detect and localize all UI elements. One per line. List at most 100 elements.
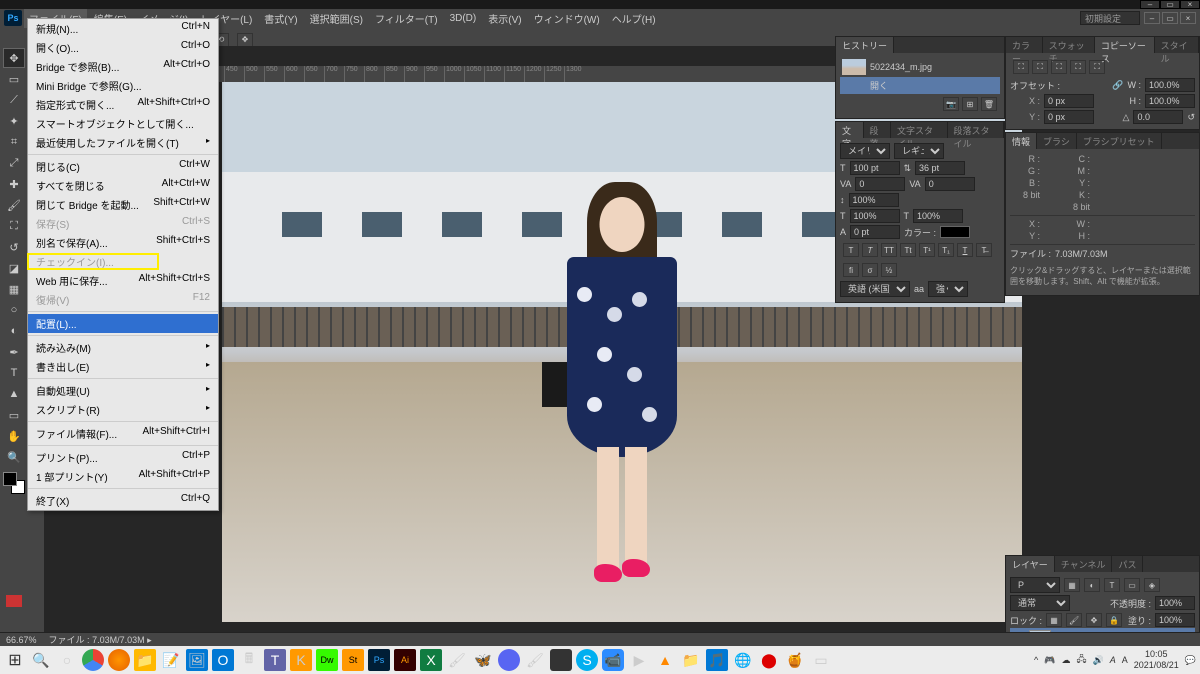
illustrator-icon[interactable]: Ai [394,649,416,671]
filter-type-icon[interactable]: T [1104,578,1120,592]
photoshop-icon[interactable]: Ps [368,649,390,671]
file-menu-item[interactable]: 配置(L)... [28,314,218,333]
font-weight-select[interactable]: レギュ... [894,143,944,159]
tray-cloud-icon[interactable]: ☁ [1061,655,1070,666]
brush-app-icon[interactable]: 🖌 [446,649,468,671]
brush-tab[interactable]: ブラシ [1037,133,1077,149]
width-input[interactable] [1145,78,1195,92]
menu-filter[interactable]: フィルター(T) [370,9,443,28]
strikethrough-button[interactable]: T̶ [976,243,992,257]
clone-src-2[interactable]: ⛶ [1032,60,1048,74]
lock-pixel-icon[interactable]: 🖌 [1066,613,1082,627]
file-menu-item[interactable]: 閉じる(C)Ctrl+W [28,157,218,176]
superscript-button[interactable]: T¹ [919,243,935,257]
color-tab[interactable]: カラー [1006,37,1043,53]
file-menu-item[interactable]: スクリプト(R) [28,400,218,419]
text-color-swatch[interactable] [940,226,970,238]
blur-tool[interactable]: ○ [3,300,25,320]
file-menu-item[interactable]: Web 用に保存...Alt+Shift+Ctrl+S [28,271,218,290]
x-input[interactable] [1044,94,1094,108]
magic-wand-tool[interactable]: ✦ [3,111,25,131]
charstyle-tab[interactable]: 文字スタイル [891,122,948,138]
menu-window[interactable]: ウィンドウ(W) [529,9,605,28]
reset-icon[interactable]: ↺ [1187,112,1195,123]
height-input[interactable] [1145,94,1195,108]
antialiasing-select[interactable]: 強く [928,281,968,297]
gradient-tool[interactable]: ▦ [3,279,25,299]
crop-tool[interactable]: ⌗ [3,132,25,152]
tray-gamepad-icon[interactable]: 🎮 [1044,655,1055,666]
link-icon[interactable]: 🔗 [1112,80,1123,91]
file-menu-item[interactable]: すべてを閉じるAlt+Ctrl+W [28,176,218,195]
3d-pan-icon[interactable]: ✥ [237,33,253,47]
skype-icon[interactable]: S [576,649,598,671]
menu-3d[interactable]: 3D(D) [445,11,482,26]
brush-tool[interactable]: 🖌 [3,195,25,215]
doc-minimize-button[interactable]: – [1144,12,1160,24]
copysource-tab[interactable]: コピーソース [1095,37,1155,53]
cortana-icon[interactable]: ○ [56,649,78,671]
chrome-icon[interactable] [82,649,104,671]
bold-button[interactable]: T [843,243,859,257]
marquee-tool[interactable]: ▭ [3,69,25,89]
underline-button[interactable]: T [957,243,973,257]
dodge-tool[interactable]: ◐ [3,321,25,341]
paint-icon[interactable]: 🖌 [524,649,546,671]
explorer-icon[interactable]: 📁 [134,649,156,671]
maximize-button[interactable]: ▭ [1160,0,1180,9]
file-menu-item[interactable]: Bridge で参照(B)...Alt+Ctrl+O [28,57,218,76]
para-tab[interactable]: 段落 [864,122,892,138]
minimize-button[interactable]: – [1140,0,1160,9]
close-button[interactable]: × [1180,0,1200,9]
leading-input[interactable] [915,161,965,175]
file-menu-item[interactable]: 最近使用したファイルを開く(T) [28,133,218,152]
obs-icon[interactable] [550,649,572,671]
swatch-tab[interactable]: スウォッチ [1043,37,1095,53]
workspace-selector[interactable] [1080,11,1140,25]
photos-icon[interactable]: 🖼 [186,649,208,671]
fi-button[interactable]: fi [843,263,859,277]
search-icon[interactable]: 🔍 [30,649,52,671]
notepad-icon[interactable]: 📝 [160,649,182,671]
style-tab[interactable]: スタイル [1155,37,1199,53]
ime-a-icon[interactable]: A [1110,655,1116,665]
foreground-color-swatch[interactable] [3,472,17,486]
fill-input[interactable] [1155,613,1195,627]
font-size-input[interactable] [850,161,900,175]
channels-tab[interactable]: チャンネル [1055,556,1113,572]
dreamweaver-icon[interactable]: Dw [316,649,338,671]
tray-volume-icon[interactable]: 🔊 [1092,655,1103,666]
hand-tool[interactable]: ✋ [3,426,25,446]
clone-src-5[interactable]: ⛶ [1089,60,1105,74]
file-menu-item[interactable]: 新規(N)...Ctrl+N [28,19,218,38]
butterfly-icon[interactable]: 🦋 [472,649,494,671]
history-new-icon[interactable]: ⊞ [962,97,978,111]
subscript-button[interactable]: T₁ [938,243,954,257]
path-select-tool[interactable]: ▲ [3,384,25,404]
fraction-button[interactable]: ½ [881,263,897,277]
char-tab[interactable]: 文字 [836,122,864,138]
clone-src-4[interactable]: ⛶ [1070,60,1086,74]
teams-icon[interactable]: T [264,649,286,671]
eyedropper-tool[interactable]: ⤢ [3,153,25,173]
filter-adj-icon[interactable]: ◐ [1084,578,1100,592]
ornament-button[interactable]: σ [862,263,878,277]
start-button[interactable]: ⊞ [4,649,26,671]
menu-help[interactable]: ヘルプ(H) [607,9,661,28]
zoom-icon[interactable]: 📹 [602,649,624,671]
calculator-icon[interactable]: 🖩 [238,649,260,671]
zoom-tool[interactable]: 🔍 [3,447,25,467]
file-menu-item[interactable]: 書き出し(E) [28,357,218,376]
filter-shape-icon[interactable]: ▭ [1124,578,1140,592]
file-menu-item[interactable]: ファイル情報(F)...Alt+Shift+Ctrl+I [28,424,218,443]
file-menu-item[interactable]: 閉じて Bridge を起動...Shift+Ctrl+W [28,195,218,214]
tray-network-icon[interactable]: 🖧 [1076,652,1086,668]
file-menu-item[interactable]: 1 部プリント(Y)Alt+Shift+Ctrl+P [28,467,218,486]
menu-type[interactable]: 書式(Y) [259,9,302,28]
vscale-input[interactable] [849,193,899,207]
tracking-input[interactable] [925,177,975,191]
eraser-tool[interactable]: ◪ [3,258,25,278]
record-icon[interactable]: ⬤ [758,649,780,671]
st-icon[interactable]: St [342,649,364,671]
smallcaps-button[interactable]: Tt [900,243,916,257]
